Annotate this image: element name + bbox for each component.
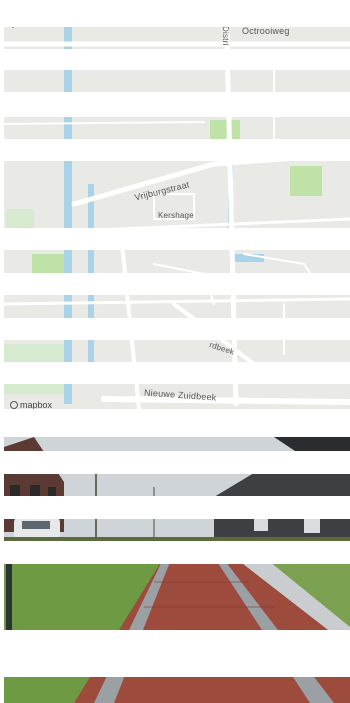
map-label-kershage: Kershage <box>158 211 194 220</box>
white-band <box>0 49 350 70</box>
map-label-district: Distri <box>221 26 230 46</box>
white-band <box>0 228 350 250</box>
mapbox-logo: mapbox <box>10 400 52 409</box>
white-band <box>0 318 350 340</box>
white-band <box>0 362 350 384</box>
white-band <box>0 451 350 474</box>
white-band <box>0 541 350 564</box>
white-band <box>0 92 350 117</box>
white-band <box>0 139 350 161</box>
white-band <box>0 273 350 295</box>
white-band <box>0 496 350 519</box>
white-band <box>0 409 350 437</box>
map-label-octrooiweg: Octrooiweg <box>242 26 290 36</box>
mapbox-logo-text: mapbox <box>20 400 53 409</box>
mapbox-logo-icon <box>10 401 18 409</box>
white-band <box>0 630 350 677</box>
white-band <box>0 0 350 27</box>
